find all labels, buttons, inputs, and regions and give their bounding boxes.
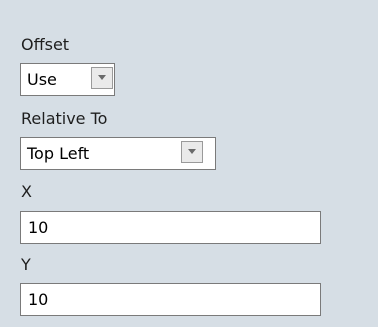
relative-to-dropdown-button[interactable] (181, 141, 203, 163)
offset-label: Offset (21, 35, 70, 54)
relative-to-select[interactable]: Top Left (20, 137, 216, 170)
x-label: X (21, 182, 32, 201)
settings-panel: Offset Use Relative To Top Left X 10 Y 1… (0, 0, 378, 327)
offset-select-value: Use (27, 70, 57, 89)
chevron-down-icon (188, 149, 196, 154)
offset-dropdown-button[interactable] (91, 67, 113, 89)
relative-to-label: Relative To (21, 109, 108, 128)
offset-select[interactable]: Use (20, 63, 115, 96)
y-input[interactable]: 10 (20, 283, 321, 316)
relative-to-select-value: Top Left (27, 144, 90, 163)
x-input[interactable]: 10 (20, 211, 321, 244)
y-label: Y (21, 255, 31, 274)
y-input-value: 10 (28, 290, 49, 309)
x-input-value: 10 (28, 218, 49, 237)
chevron-down-icon (98, 75, 106, 80)
